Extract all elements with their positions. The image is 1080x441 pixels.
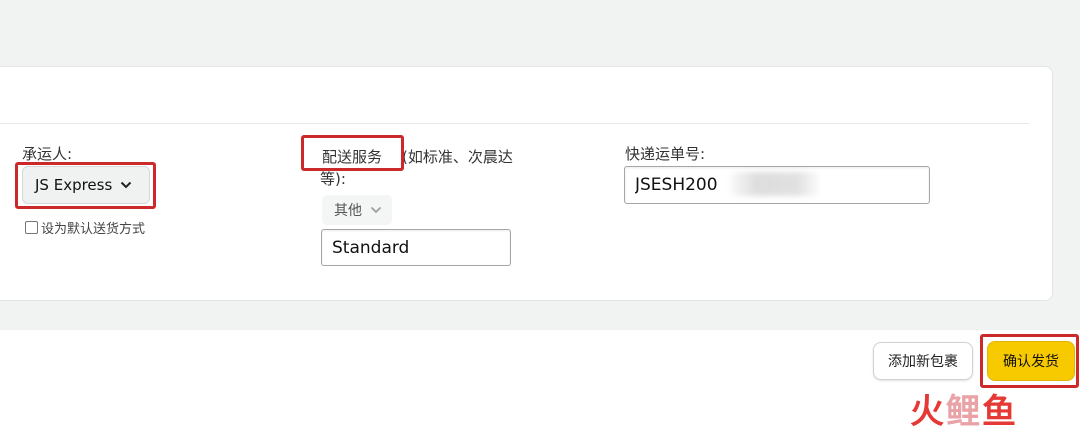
- service-label-line2: 等):: [320, 170, 346, 188]
- redacted-blur: [730, 172, 820, 196]
- service-name-input[interactable]: [321, 229, 511, 266]
- watermark-char-2: 鲤: [946, 392, 982, 432]
- chevron-down-icon: [370, 205, 382, 215]
- tracking-label: 快递运单号:: [625, 145, 706, 163]
- card-divider: [0, 123, 1029, 124]
- default-shipping-label: 设为默认送货方式: [41, 222, 146, 237]
- confirm-ship-button[interactable]: 确认发货: [987, 341, 1075, 381]
- carrier-label: 承运人:: [22, 145, 73, 163]
- chevron-down-icon: [120, 180, 132, 190]
- default-shipping-option[interactable]: 设为默认送货方式: [25, 218, 145, 237]
- service-selected-value: 其他: [334, 203, 362, 219]
- service-label-highlight: 配送服务: [322, 148, 383, 166]
- service-select[interactable]: 其他: [322, 195, 392, 225]
- carrier-selected-value: JS Express: [35, 176, 113, 194]
- watermark-char-3: 鱼: [982, 392, 1018, 432]
- watermark-logo: 火 鲤 鱼: [910, 392, 1018, 432]
- watermark-char-1: 火: [910, 392, 946, 432]
- carrier-select[interactable]: JS Express: [22, 166, 150, 204]
- default-shipping-checkbox[interactable]: [25, 221, 38, 234]
- service-label-rest: (如标准、次晨达: [402, 148, 513, 166]
- add-package-button[interactable]: 添加新包裹: [873, 342, 973, 380]
